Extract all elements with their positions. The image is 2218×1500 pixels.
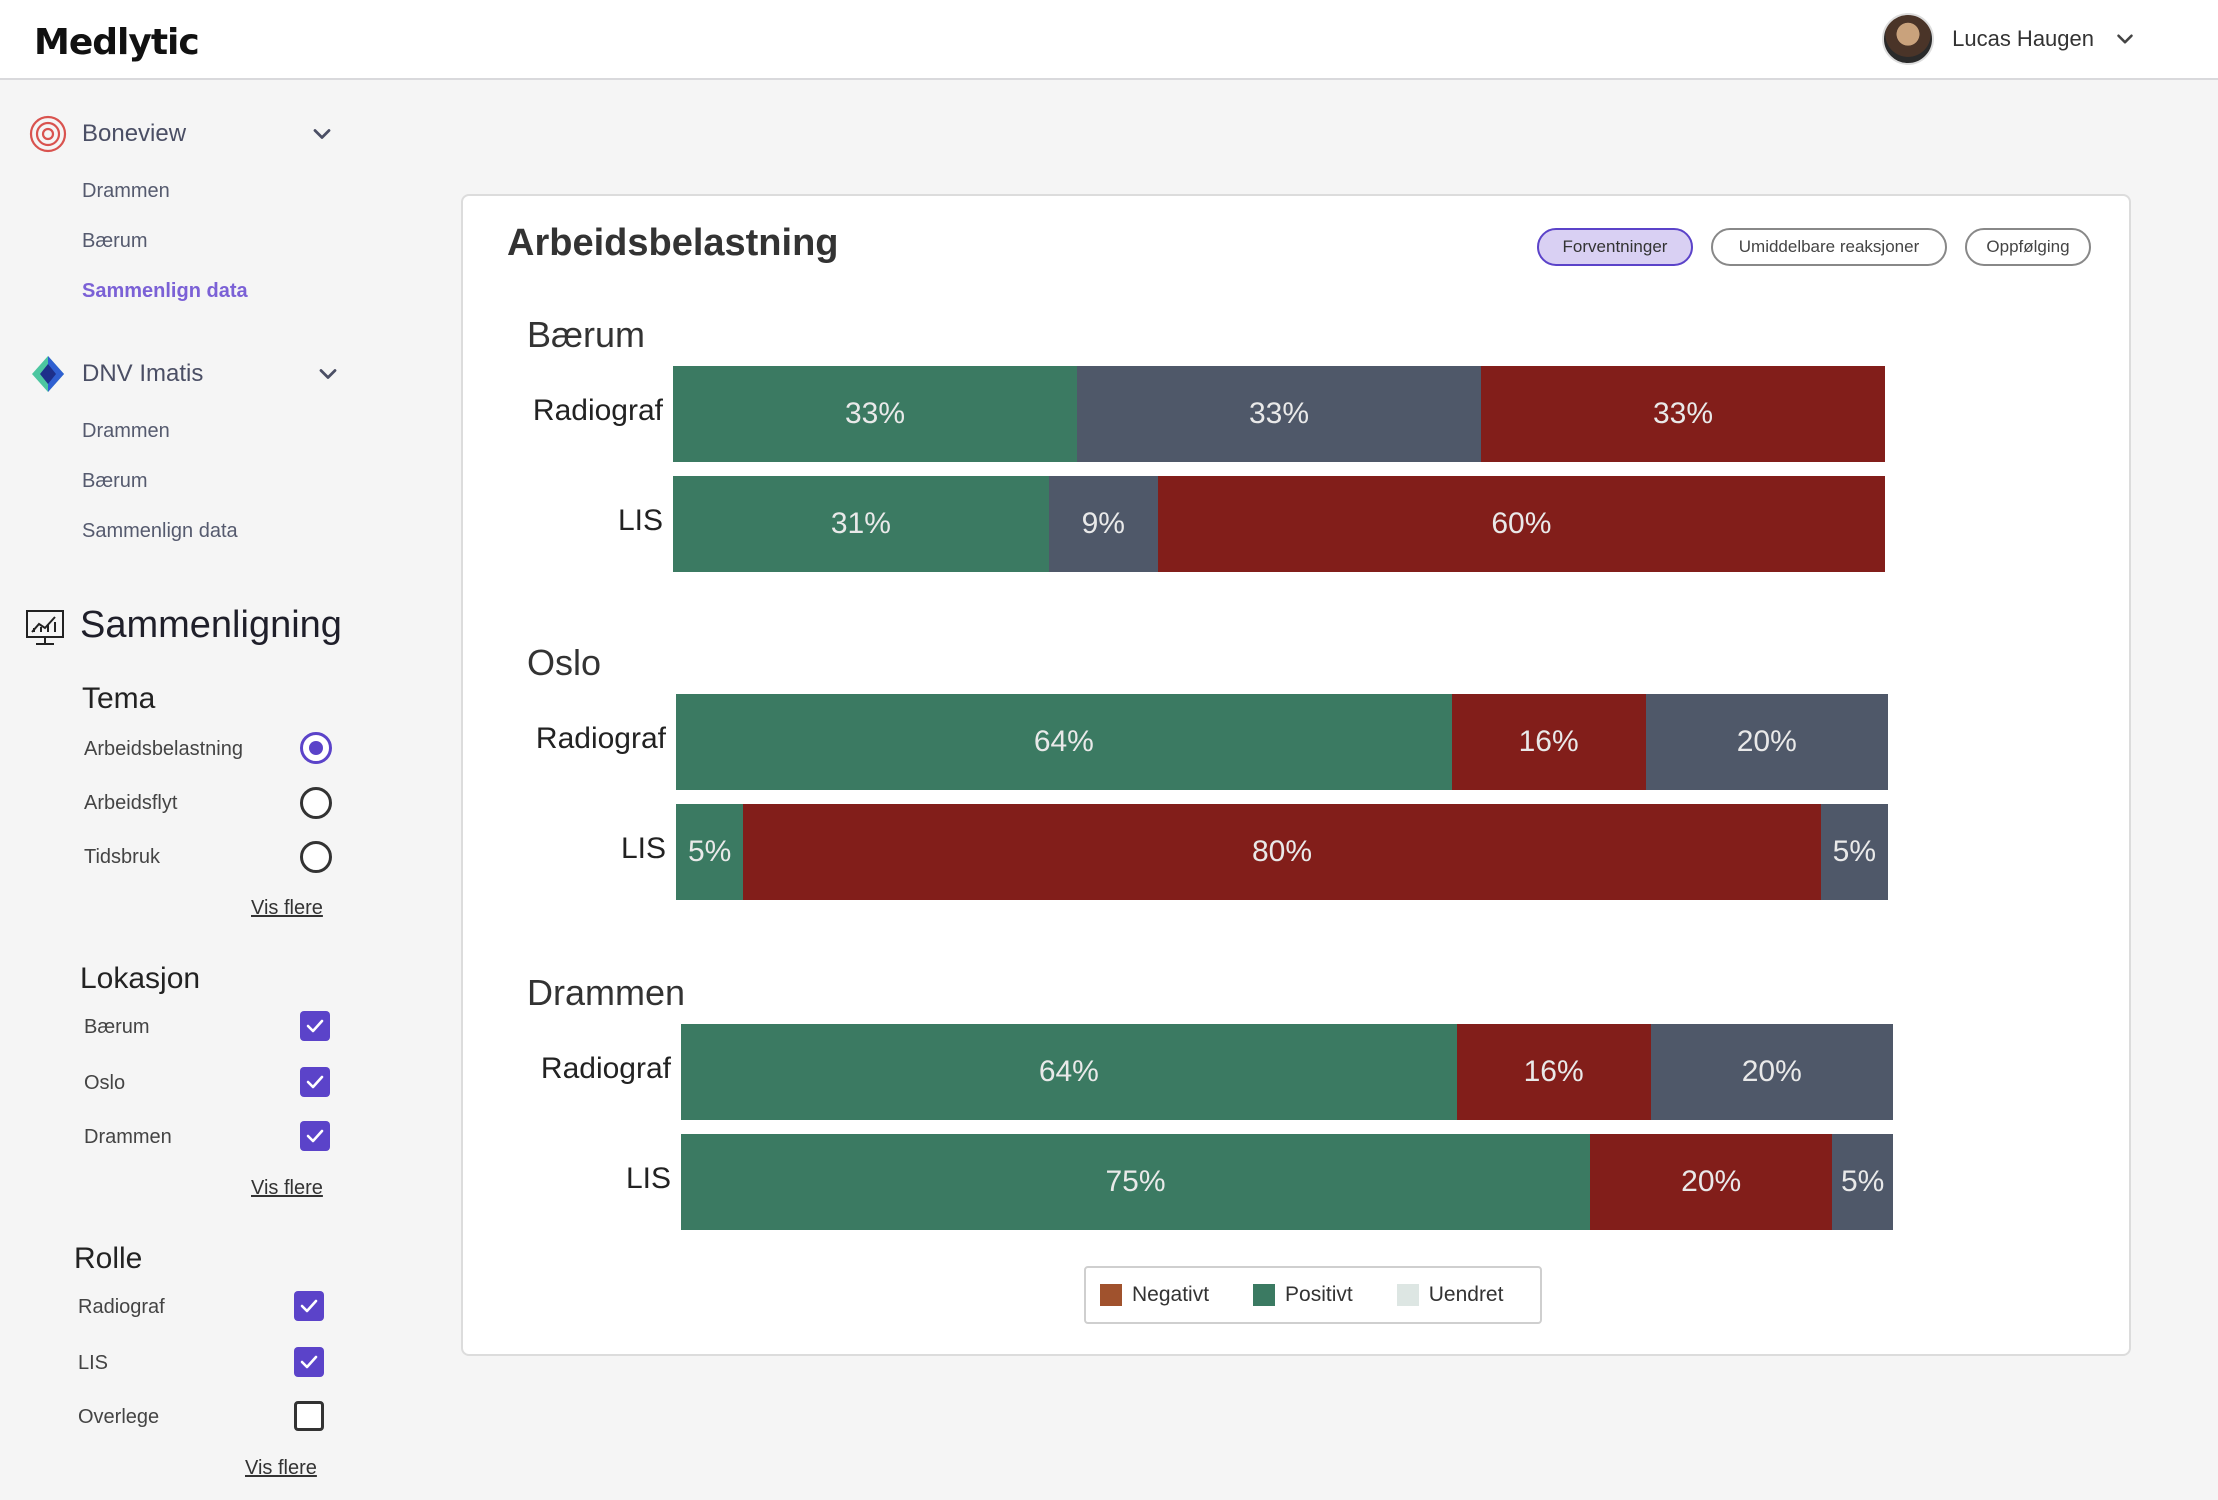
- checkbox-oslo[interactable]: [300, 1067, 330, 1097]
- bar-segment-positive[interactable]: 64%: [676, 694, 1452, 790]
- vis-flere-link[interactable]: Vis flere: [251, 1177, 323, 1200]
- legend-swatch: [1100, 1284, 1122, 1306]
- bar-segment-unchanged[interactable]: 20%: [1645, 694, 1888, 790]
- sidebar-subitem-sammenlign-data[interactable]: Sammenlign data: [82, 280, 248, 303]
- stacked-bar: 5% 80% 5%: [676, 804, 1888, 900]
- chart-card: Arbeidsbelastning Forventninger Umiddelb…: [461, 194, 2131, 1356]
- bar-segment-negative[interactable]: 80%: [743, 804, 1821, 900]
- stacked-bar: 33% 33% 33%: [673, 366, 1885, 462]
- sidebar-item-dnv-imatis[interactable]: DNV Imatis: [28, 354, 203, 394]
- tab-umiddelbare-reaksjoner[interactable]: Umiddelbare reaksjoner: [1711, 228, 1947, 266]
- bar-segment-negative[interactable]: 33%: [1481, 366, 1885, 462]
- legend-item-positivt: Positivt: [1253, 1283, 1353, 1307]
- option-label: Overlege: [78, 1406, 160, 1428]
- row-label: LIS: [617, 504, 663, 537]
- bar-segment-positive[interactable]: 5%: [676, 804, 744, 900]
- chevron-down-icon[interactable]: [314, 360, 342, 388]
- option-label: Arbeidsflyt: [84, 792, 178, 814]
- user-menu[interactable]: Lucas Haugen: [1882, 12, 2138, 66]
- legend-label: Positivt: [1285, 1283, 1353, 1306]
- target-icon: [29, 115, 67, 153]
- bar-segment-positive[interactable]: 75%: [681, 1134, 1590, 1230]
- stacked-bar: 64% 16% 20%: [681, 1024, 1893, 1120]
- bar-segment-unchanged[interactable]: 20%: [1650, 1024, 1893, 1120]
- chart-monitor-icon: [26, 610, 64, 645]
- sidebar-item-label: DNV Imatis: [82, 360, 204, 387]
- bar-segment-unchanged[interactable]: 5%: [1832, 1134, 1893, 1230]
- card-title: Arbeidsbelastning: [507, 222, 839, 264]
- sammenligning-title: Sammenligning: [80, 604, 342, 646]
- checkbox-baerum[interactable]: [300, 1011, 330, 1041]
- location-title: Bærum: [527, 314, 646, 355]
- option-label: LIS: [78, 1352, 109, 1374]
- user-name: Lucas Haugen: [1952, 26, 2094, 51]
- sidebar-item-boneview[interactable]: Boneview: [28, 114, 186, 154]
- row-label: Radiograf: [532, 394, 663, 427]
- legend-label: Negativt: [1132, 1283, 1210, 1306]
- sidebar-subitem-baerum[interactable]: Bærum: [82, 230, 148, 253]
- option-label: Drammen: [84, 1126, 172, 1148]
- sidebar-subitem-drammen[interactable]: Drammen: [82, 180, 170, 203]
- location-title: Drammen: [527, 972, 686, 1013]
- checkbox-drammen[interactable]: [300, 1121, 330, 1151]
- bar-segment-negative[interactable]: 20%: [1590, 1134, 1833, 1230]
- option-label: Bærum: [84, 1016, 150, 1038]
- tema-title: Tema: [82, 682, 156, 715]
- bar-segment-unchanged[interactable]: 33%: [1077, 366, 1481, 462]
- legend-swatch: [1253, 1284, 1276, 1306]
- chevron-down-icon[interactable]: [2112, 26, 2138, 52]
- tab-forventninger[interactable]: Forventninger: [1537, 228, 1693, 266]
- radio-arbeidsflyt[interactable]: [300, 787, 332, 819]
- bar-segment-unchanged[interactable]: 5%: [1820, 804, 1888, 900]
- checkbox-lis[interactable]: [294, 1347, 324, 1377]
- bar-segment-positive[interactable]: 31%: [673, 476, 1049, 572]
- legend-label: Uendret: [1428, 1283, 1504, 1306]
- radio-tidsbruk[interactable]: [300, 841, 332, 873]
- option-label: Arbeidsbelastning: [84, 738, 243, 760]
- legend-swatch: [1396, 1284, 1419, 1306]
- bar-segment-negative[interactable]: 16%: [1451, 694, 1646, 790]
- top-header: Medlytic Lucas Haugen: [0, 0, 2218, 80]
- row-label: Radiograf: [535, 722, 666, 755]
- bar-segment-positive[interactable]: 64%: [681, 1024, 1457, 1120]
- bar-segment-positive[interactable]: 33%: [673, 366, 1077, 462]
- stacked-bar: 31% 9% 60%: [673, 476, 1885, 572]
- sidebar-item-label: Boneview: [82, 120, 187, 147]
- tab-oppfolging[interactable]: Oppfølging: [1965, 228, 2091, 266]
- stacked-bar: 64% 16% 20%: [676, 694, 1888, 790]
- location-title: Oslo: [527, 642, 602, 683]
- option-label: Radiograf: [78, 1296, 165, 1318]
- option-label: Tidsbruk: [84, 846, 160, 868]
- legend-item-negativt: Negativt: [1100, 1283, 1209, 1307]
- logo-text: Medlytic: [34, 22, 200, 63]
- diamond-logo-icon: [32, 356, 64, 392]
- chart-legend: Negativt Positivt Uendret: [1084, 1266, 1542, 1324]
- vis-flere-link[interactable]: Vis flere: [245, 1457, 317, 1480]
- option-label: Oslo: [84, 1072, 126, 1094]
- rolle-title: Rolle: [74, 1242, 143, 1275]
- avatar[interactable]: [1882, 13, 1935, 65]
- sidebar-subitem-drammen[interactable]: Drammen: [82, 420, 170, 443]
- radio-arbeidsbelastning[interactable]: [300, 732, 332, 764]
- chevron-down-icon[interactable]: [308, 120, 336, 148]
- row-label: Radiograf: [540, 1052, 671, 1085]
- vis-flere-link[interactable]: Vis flere: [251, 897, 323, 920]
- bar-segment-negative[interactable]: 60%: [1157, 476, 1885, 572]
- checkbox-overlege[interactable]: [294, 1401, 324, 1431]
- checkbox-radiograf[interactable]: [294, 1291, 324, 1321]
- bar-segment-unchanged[interactable]: 9%: [1048, 476, 1158, 572]
- row-label: LIS: [625, 1162, 671, 1195]
- row-label: LIS: [620, 832, 666, 865]
- bar-segment-negative[interactable]: 16%: [1456, 1024, 1651, 1120]
- sidebar-subitem-baerum[interactable]: Bærum: [82, 470, 148, 493]
- legend-item-uendret: Uendret: [1396, 1283, 1504, 1307]
- stacked-bar: 75% 20% 5%: [681, 1134, 1893, 1230]
- sidebar: Boneview Drammen Bærum Sammenlign data D…: [0, 82, 360, 1500]
- sidebar-subitem-sammenlign-data[interactable]: Sammenlign data: [82, 520, 238, 543]
- lokasjon-title: Lokasjon: [80, 962, 201, 995]
